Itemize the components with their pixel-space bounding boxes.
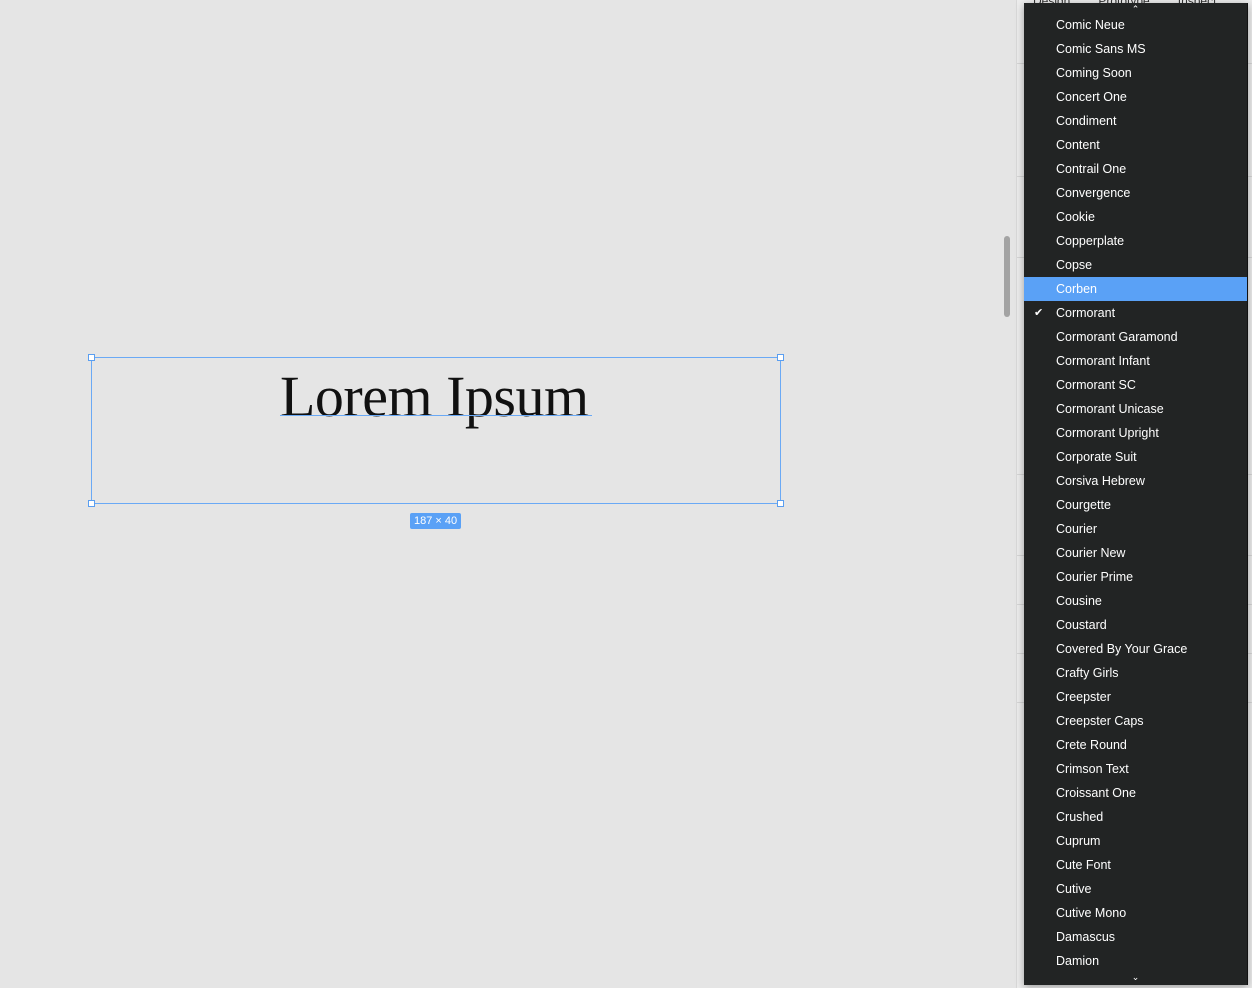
- font-option-label: Comic Sans MS: [1056, 42, 1146, 56]
- font-option[interactable]: Courier: [1024, 517, 1247, 541]
- font-option-label: Cuprum: [1056, 834, 1101, 848]
- font-option[interactable]: Cutive: [1024, 877, 1247, 901]
- font-option-label: Covered By Your Grace: [1056, 642, 1188, 656]
- font-option-label: Creepster Caps: [1056, 714, 1144, 728]
- font-option-label: Cormorant Upright: [1056, 426, 1159, 440]
- font-option-label: Courier: [1056, 522, 1097, 536]
- font-option[interactable]: Cormorant SC: [1024, 373, 1247, 397]
- font-option[interactable]: Comic Neue: [1024, 13, 1247, 37]
- font-option[interactable]: Contrail One: [1024, 157, 1247, 181]
- font-family-dropdown[interactable]: ⌃ Comic Neue Comic Sans MS Coming Soon Conc…: [1024, 3, 1248, 985]
- font-option-label: Courgette: [1056, 498, 1111, 512]
- font-option-label: Copse: [1056, 258, 1093, 272]
- font-option[interactable]: Corsiva Hebrew: [1024, 469, 1247, 493]
- font-option[interactable]: Crimson Text: [1024, 757, 1247, 781]
- font-option[interactable]: Cute Font: [1024, 853, 1247, 877]
- font-option[interactable]: Cormorant Unicase: [1024, 397, 1247, 421]
- font-option-label: Coming Soon: [1056, 66, 1132, 80]
- font-option-label: Cormorant SC: [1056, 378, 1136, 392]
- font-option-label: Convergence: [1056, 186, 1131, 200]
- resize-handle-top-left[interactable]: [88, 354, 95, 361]
- font-option-label: Concert One: [1056, 90, 1127, 104]
- font-option-label: Coustard: [1056, 618, 1107, 632]
- font-option-label: Corsiva Hebrew: [1056, 474, 1145, 488]
- text-layer[interactable]: Lorem Ipsum: [280, 362, 589, 432]
- font-option[interactable]: ✔ Cormorant: [1024, 301, 1247, 325]
- font-option[interactable]: Copperplate: [1024, 229, 1247, 253]
- font-option[interactable]: Cuprum: [1024, 829, 1247, 853]
- font-option[interactable]: Copse: [1024, 253, 1247, 277]
- font-option[interactable]: Cutive Mono: [1024, 901, 1247, 925]
- font-option-label: Courier Prime: [1056, 570, 1134, 584]
- font-option-label: Contrail One: [1056, 162, 1127, 176]
- font-option-label: Cute Font: [1056, 858, 1111, 872]
- font-option[interactable]: Creepster: [1024, 685, 1247, 709]
- font-option[interactable]: Crafty Girls: [1024, 661, 1247, 685]
- font-option-label: Crete Round: [1056, 738, 1127, 752]
- font-option-label: Crafty Girls: [1056, 666, 1119, 680]
- font-option[interactable]: Content: [1024, 133, 1247, 157]
- font-option[interactable]: Corporate Suit: [1024, 445, 1247, 469]
- font-option-label: Corporate Suit: [1056, 450, 1137, 464]
- font-option[interactable]: Courier Prime: [1024, 565, 1247, 589]
- font-option[interactable]: Comic Sans MS: [1024, 37, 1247, 61]
- font-option[interactable]: Cormorant Garamond: [1024, 325, 1247, 349]
- font-option[interactable]: Cormorant Upright: [1024, 421, 1247, 445]
- font-option-label: Courier New: [1056, 546, 1126, 560]
- font-option-label: Corben: [1056, 282, 1097, 296]
- font-option-label: Crushed: [1056, 810, 1104, 824]
- font-option-label: Cormorant Garamond: [1056, 330, 1178, 344]
- font-option-label: Damascus: [1056, 930, 1116, 944]
- font-option[interactable]: Condiment: [1024, 109, 1247, 133]
- font-option[interactable]: Cousine: [1024, 589, 1247, 613]
- font-option[interactable]: Courier New: [1024, 541, 1247, 565]
- font-option-label: Cousine: [1056, 594, 1102, 608]
- font-option[interactable]: Covered By Your Grace: [1024, 637, 1247, 661]
- font-option[interactable]: Damion: [1024, 949, 1247, 973]
- font-option-label: Cutive: [1056, 882, 1092, 896]
- font-option[interactable]: Corben: [1024, 277, 1247, 301]
- font-option[interactable]: Concert One: [1024, 85, 1247, 109]
- font-option-label: Crimson Text: [1056, 762, 1129, 776]
- font-option-label: Damion: [1056, 954, 1100, 968]
- canvas-vertical-scrollbar[interactable]: [1004, 236, 1010, 317]
- font-option[interactable]: Creepster Caps: [1024, 709, 1247, 733]
- scroll-down-icon[interactable]: ⌄: [1024, 971, 1247, 983]
- font-option-label: Content: [1056, 138, 1100, 152]
- checkmark-icon: ✔: [1034, 307, 1044, 319]
- resize-handle-bottom-left[interactable]: [88, 500, 95, 507]
- font-option-label: Comic Neue: [1056, 18, 1125, 32]
- font-option-label: Copperplate: [1056, 234, 1125, 248]
- design-canvas[interactable]: Lorem Ipsum 187 × 40: [0, 0, 1016, 988]
- text-baseline-indicator: [280, 415, 592, 416]
- font-option[interactable]: Croissant One: [1024, 781, 1247, 805]
- font-option[interactable]: Crete Round: [1024, 733, 1247, 757]
- dimensions-badge: 187 × 40: [410, 513, 462, 529]
- font-option[interactable]: Cookie: [1024, 205, 1247, 229]
- font-option-label: Cormorant: [1056, 306, 1116, 320]
- font-option[interactable]: Convergence: [1024, 181, 1247, 205]
- font-option[interactable]: Damascus: [1024, 925, 1247, 949]
- font-option-label: Cookie: [1056, 210, 1095, 224]
- font-option-label: Cormorant Unicase: [1056, 402, 1164, 416]
- font-list: Comic Neue Comic Sans MS Coming Soon Concer…: [1024, 13, 1247, 973]
- font-option[interactable]: Cormorant Infant: [1024, 349, 1247, 373]
- font-option-label: Cormorant Infant: [1056, 354, 1150, 368]
- font-option[interactable]: Coming Soon: [1024, 61, 1247, 85]
- font-option[interactable]: Crushed: [1024, 805, 1247, 829]
- font-option-label: Croissant One: [1056, 786, 1136, 800]
- resize-handle-bottom-right[interactable]: [777, 500, 784, 507]
- font-option-label: Condiment: [1056, 114, 1117, 128]
- font-option-label: Creepster: [1056, 690, 1111, 704]
- font-option[interactable]: Courgette: [1024, 493, 1247, 517]
- resize-handle-top-right[interactable]: [777, 354, 784, 361]
- font-option[interactable]: Coustard: [1024, 613, 1247, 637]
- font-option-label: Cutive Mono: [1056, 906, 1127, 920]
